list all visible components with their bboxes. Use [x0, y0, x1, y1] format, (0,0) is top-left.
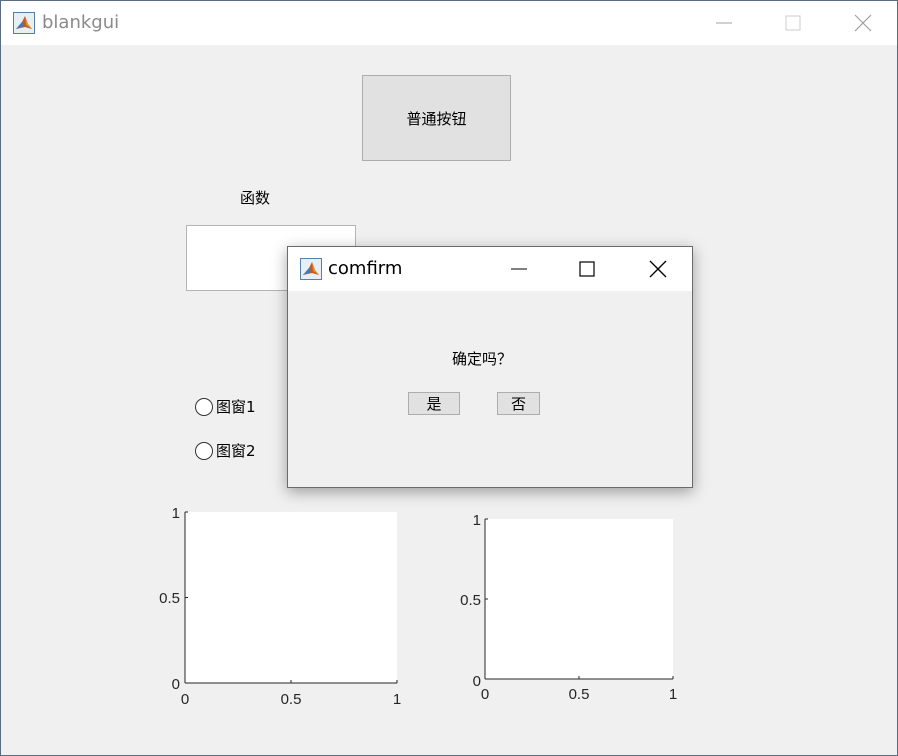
x-tick-label: 1: [393, 691, 401, 708]
radio-label: 图窗1: [216, 398, 256, 416]
x-tick-label: 0.5: [569, 686, 590, 703]
dialog-title-bar[interactable]: comfirm: [288, 247, 692, 291]
y-tick-label: 0.5: [159, 590, 180, 607]
axes-plot-area: [185, 512, 397, 683]
close-icon[interactable]: [853, 13, 873, 33]
y-tick-label: 0: [473, 673, 481, 690]
x-tick-label: 0: [181, 691, 189, 708]
radio-circle[interactable]: [195, 397, 213, 416]
yes-button[interactable]: 是: [408, 392, 460, 415]
y-tick-label: 0.5: [460, 592, 481, 609]
y-tick-label: 1: [172, 505, 180, 522]
function-label: 函数: [240, 189, 271, 207]
x-tick-label: 0: [481, 686, 489, 703]
maximize-icon[interactable]: [783, 13, 803, 33]
matlab-icon: [300, 258, 322, 280]
window-title: blankgui: [42, 12, 120, 33]
y-tick-label: 1: [473, 512, 481, 529]
radio-label: 图窗2: [216, 442, 256, 460]
dialog-title: comfirm: [328, 258, 403, 279]
axes-plot-area: [485, 519, 673, 679]
dialog-message: 确定吗？: [452, 350, 513, 368]
axes-1[interactable]: 0 0.5 1 0 0.5 1: [151, 501, 411, 713]
x-tick-label: 0.5: [281, 691, 302, 708]
minimize-icon[interactable]: [509, 259, 529, 279]
radio-circle[interactable]: [195, 441, 213, 460]
axes-2[interactable]: 0 0.5 1 0 0.5 1: [451, 506, 691, 706]
no-button[interactable]: 否: [497, 392, 540, 415]
push-button[interactable]: 普通按钮: [362, 75, 511, 161]
matlab-icon: [13, 12, 35, 34]
y-tick-label: 0: [172, 676, 180, 693]
confirm-dialog: comfirm 确定吗？ 是 否: [287, 246, 693, 488]
minimize-icon[interactable]: [714, 13, 734, 33]
radio-figure-2[interactable]: 图窗2: [195, 440, 256, 461]
close-icon[interactable]: [648, 259, 668, 279]
title-bar[interactable]: blankgui: [1, 1, 897, 45]
maximize-icon[interactable]: [577, 259, 597, 279]
radio-figure-1[interactable]: 图窗1: [195, 396, 256, 417]
x-tick-label: 1: [669, 686, 677, 703]
